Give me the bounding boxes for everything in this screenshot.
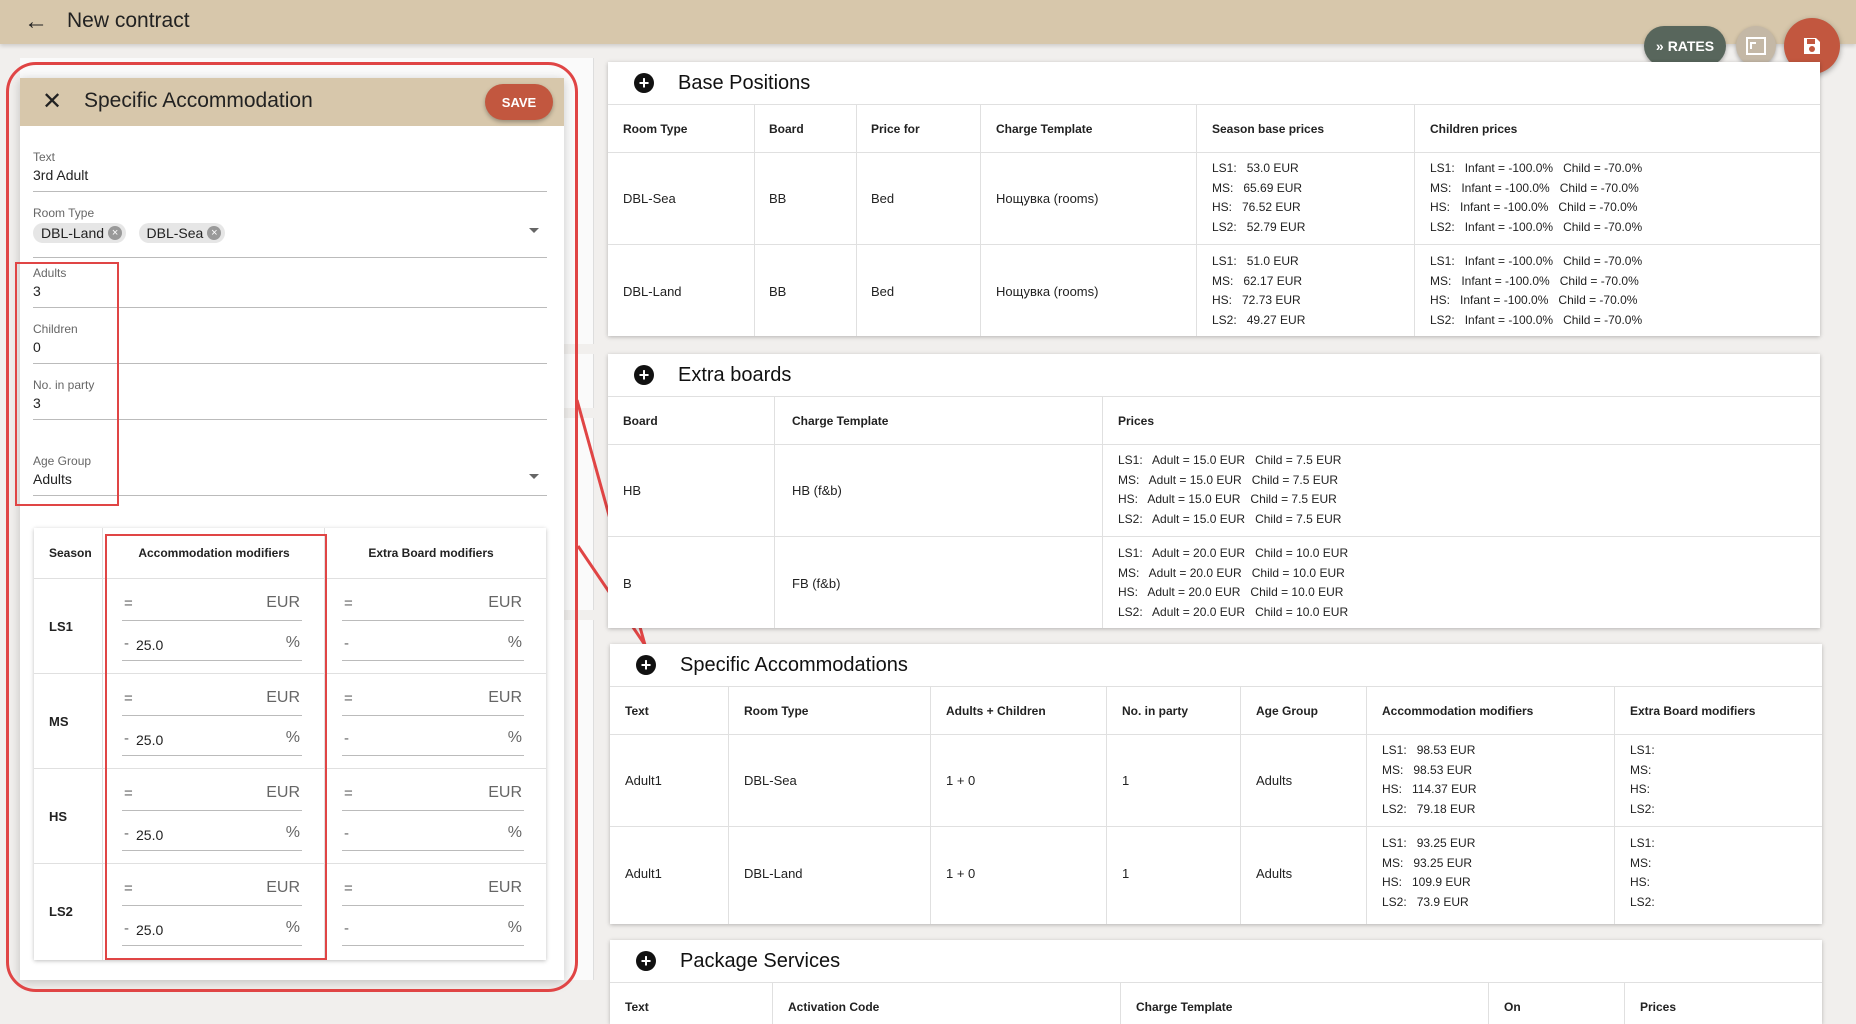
cell: Adult1 (625, 773, 662, 788)
cell: Adults (1256, 773, 1293, 788)
divider (610, 686, 1822, 687)
divider (610, 734, 1822, 735)
card-header: + Extra boards (608, 354, 1820, 396)
plus-circle-icon[interactable]: + (634, 365, 654, 385)
cell: FB (f&b) (792, 576, 841, 591)
column-header: Board (623, 414, 658, 428)
divider (608, 104, 1820, 105)
card-title: Extra boards (678, 364, 792, 386)
plus-circle-icon[interactable]: + (636, 655, 656, 675)
cell: Adults (1256, 866, 1293, 881)
cell: LS1: Adult = 20.0 EUR Child = 10.0 EUR M… (1118, 546, 1349, 619)
column-header: Room Type (623, 122, 688, 136)
column-header: Extra Board modifiers (1630, 704, 1756, 718)
plus-circle-icon[interactable]: + (634, 73, 654, 93)
column-header: No. in party (1122, 704, 1189, 718)
card-header: + Base Positions (608, 62, 1820, 104)
divider (774, 396, 775, 628)
cell: DBL-Land (744, 866, 803, 881)
specific-accommodations-card: + Specific Accommodations Text Room Type… (610, 644, 1822, 924)
cell: LS1: Adult = 15.0 EUR Child = 7.5 EUR MS… (1118, 453, 1342, 526)
cell: LS1: MS: HS: LS2: (1630, 836, 1655, 909)
column-header: Charge Template (1136, 1000, 1233, 1014)
divider (980, 104, 981, 336)
divider (608, 152, 1820, 153)
card-title: Specific Accommodations (680, 654, 908, 676)
cell: LS1: Infant = -100.0% Child = -70.0% MS:… (1430, 161, 1643, 234)
divider (610, 826, 1822, 827)
column-header: Children prices (1430, 122, 1518, 136)
cell: LS1: 93.25 EUR MS: 93.25 EUR HS: 109.9 E… (1382, 836, 1476, 909)
cell: 1 (1122, 773, 1130, 788)
column-header: Charge Template (792, 414, 889, 428)
column-header: Prices (1640, 1000, 1677, 1014)
divider (1120, 982, 1121, 1024)
divider (1488, 982, 1489, 1024)
divider (1106, 686, 1107, 924)
column-header: Age Group (1256, 704, 1318, 718)
cell: Нощувка (rooms) (996, 191, 1099, 206)
column-header: Prices (1118, 414, 1155, 428)
divider (1414, 104, 1415, 336)
card-header: + Package Services (610, 940, 1822, 982)
divider (1366, 686, 1367, 924)
cell: Bed (871, 284, 895, 299)
divider (608, 244, 1820, 245)
column-header: Charge Template (996, 122, 1093, 136)
divider (930, 686, 931, 924)
cell: LS1: 53.0 EUR MS: 65.69 EUR HS: 76.52 EU… (1212, 161, 1306, 234)
cell: LS1: Infant = -100.0% Child = -70.0% MS:… (1430, 254, 1643, 327)
divider (608, 536, 1820, 537)
cell: BB (769, 191, 787, 206)
column-header: Text (625, 704, 649, 718)
column-header: Activation Code (788, 1000, 880, 1014)
cell: Bed (871, 191, 895, 206)
cell: DBL-Sea (744, 773, 797, 788)
cell: 1 + 0 (946, 773, 976, 788)
divider (1614, 686, 1615, 924)
column-header: Text (625, 1000, 649, 1014)
base-positions-card: + Base Positions Room Type Board Price f… (608, 62, 1820, 336)
cell: HB (f&b) (792, 483, 842, 498)
package-services-card: + Package Services Text Activation Code … (610, 940, 1822, 1024)
divider (754, 104, 755, 336)
column-header: Price for (871, 122, 920, 136)
card-header: + Specific Accommodations (610, 644, 1822, 686)
card-title: Base Positions (678, 72, 811, 94)
cell: DBL-Land (623, 284, 682, 299)
divider (856, 104, 857, 336)
divider (1196, 104, 1197, 336)
divider (608, 396, 1820, 397)
divider (608, 444, 1820, 445)
cell: 1 (1122, 866, 1130, 881)
cell: LS1: 98.53 EUR MS: 98.53 EUR HS: 114.37 … (1382, 743, 1477, 816)
plus-circle-icon[interactable]: + (636, 951, 656, 971)
cell: LS1: MS: HS: LS2: (1630, 743, 1655, 816)
column-header: Board (769, 122, 804, 136)
cell: HB (623, 483, 642, 498)
column-header: Season base prices (1212, 122, 1325, 136)
column-header: Adults + Children (946, 704, 1046, 718)
divider (1624, 982, 1625, 1024)
column-header: Room Type (744, 704, 809, 718)
column-header: On (1504, 1000, 1521, 1014)
extra-boards-card: + Extra boards Board Charge Template Pri… (608, 354, 1820, 628)
cell: Adult1 (625, 866, 662, 881)
divider (610, 982, 1822, 983)
cell: LS1: 51.0 EUR MS: 62.17 EUR HS: 72.73 EU… (1212, 254, 1306, 327)
divider (1102, 396, 1103, 628)
column-header: Accommodation modifiers (1382, 704, 1534, 718)
cell: 1 + 0 (946, 866, 976, 881)
card-title: Package Services (680, 950, 841, 972)
cell: Нощувка (rooms) (996, 284, 1099, 299)
cell: DBL-Sea (623, 191, 676, 206)
divider (1240, 686, 1241, 924)
divider (728, 686, 729, 924)
cell: BB (769, 284, 787, 299)
divider (772, 982, 773, 1024)
cell: B (623, 576, 632, 591)
